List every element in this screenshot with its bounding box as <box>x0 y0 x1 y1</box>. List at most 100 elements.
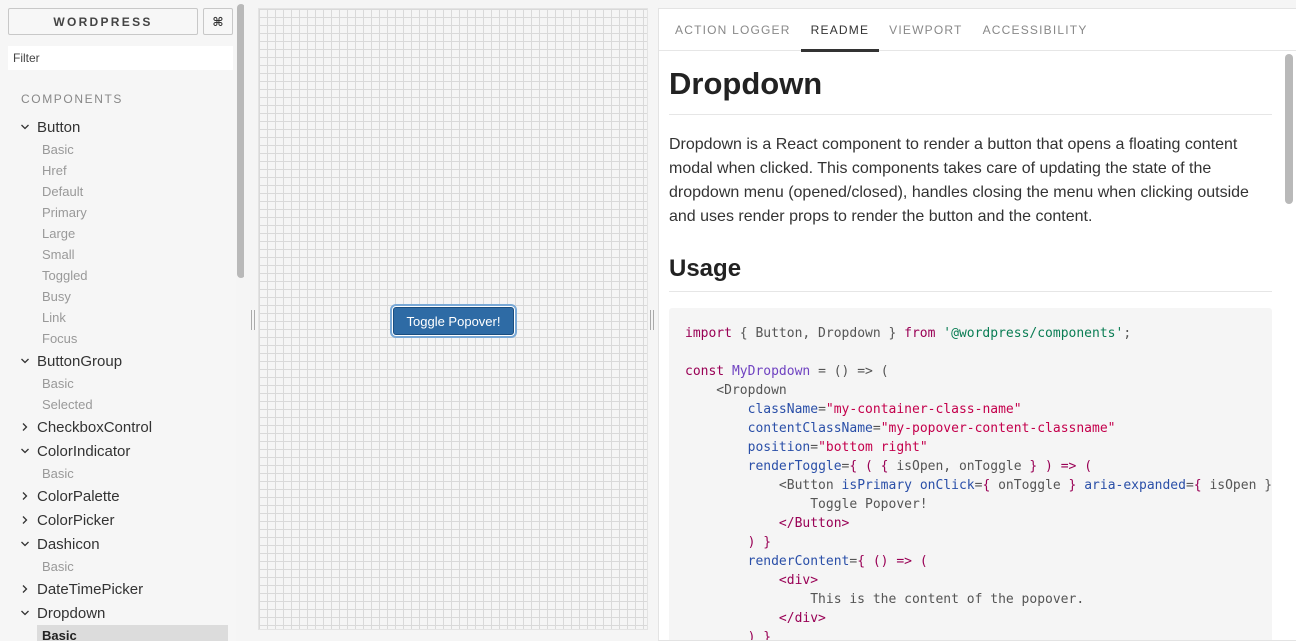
code-token: { () => ( <box>857 554 928 569</box>
right-resize-handle[interactable] <box>650 310 654 330</box>
tree-story-basic[interactable]: Basic <box>0 556 236 577</box>
code-token: = () => ( <box>810 364 889 379</box>
code-line: contentClassName="my-popover-content-cla… <box>685 419 1272 438</box>
code-token: <div> <box>778 573 819 588</box>
code-line: renderToggle={ ( { isOpen, onToggle } ) … <box>685 457 1272 476</box>
tree-story-default[interactable]: Default <box>0 181 236 202</box>
tree-kind-datetimepicker[interactable]: DateTimePicker <box>0 577 236 601</box>
code-token: className <box>747 402 819 417</box>
filter-input[interactable] <box>8 46 233 70</box>
addon-tabs: ACTION LOGGER README VIEWPORT ACCESSIBILITY <box>659 9 1296 52</box>
code-token: renderContent <box>747 554 850 569</box>
tree-kind-label: ColorPalette <box>37 487 120 505</box>
code-line: ) } <box>685 533 1272 552</box>
code-line: ) } <box>685 628 1272 640</box>
code-line: Toggle Popover! <box>685 495 1272 514</box>
code-token: isOpen } <box>1209 478 1272 493</box>
code-token: import <box>685 326 732 341</box>
code-line: const MyDropdown = () => ( <box>685 362 1272 381</box>
code-line: This is the content of the popover. <box>685 590 1272 609</box>
tree-story-busy[interactable]: Busy <box>0 286 236 307</box>
code-line: position="bottom right" <box>685 438 1272 457</box>
code-token: { Button, Dropdown } <box>731 326 905 341</box>
code-line: className="my-container-class-name" <box>685 400 1272 419</box>
code-token: </div> <box>778 611 826 626</box>
chevron-right-icon <box>20 584 30 594</box>
brand-button[interactable]: WORDPRESS <box>8 8 198 35</box>
tree-kind-button[interactable]: Button <box>0 115 236 139</box>
tree-story-basic[interactable]: Basic <box>37 625 228 641</box>
tree-kind-dropdown[interactable]: Dropdown <box>0 601 236 625</box>
code-token: This is the content of the popover. <box>685 592 1085 607</box>
code-token: onClick <box>919 478 975 493</box>
code-token: = <box>1185 478 1194 493</box>
tree-kind-label: CheckboxControl <box>37 418 153 436</box>
tab-action-logger[interactable]: ACTION LOGGER <box>665 9 801 51</box>
code-token: "my-popover-content-classname" <box>880 421 1116 436</box>
tree-story-toggled[interactable]: Toggled <box>0 265 236 286</box>
toggle-popover-button[interactable]: Toggle Popover! <box>393 307 514 335</box>
tree-story-basic[interactable]: Basic <box>0 139 236 160</box>
chevron-down-icon <box>20 446 30 456</box>
code-token: position <box>747 440 811 455</box>
readme-content: Dropdown Dropdown is a React component t… <box>669 52 1272 640</box>
tree-story-href[interactable]: Href <box>0 160 236 181</box>
tree-kind-dashicon[interactable]: Dashicon <box>0 532 236 556</box>
code-token: <Button <box>685 478 842 493</box>
code-token: '@wordpress/components' <box>943 326 1124 341</box>
code-line: renderContent={ () => ( <box>685 552 1272 571</box>
code-token: ) } <box>747 535 772 550</box>
tree-story-large[interactable]: Large <box>0 223 236 244</box>
code-token: = <box>872 421 881 436</box>
code-token: </Button> <box>778 516 850 531</box>
code-block: import { Button, Dropdown } from '@wordp… <box>669 308 1272 640</box>
tree-kind-checkboxcontrol[interactable]: CheckboxControl <box>0 415 236 439</box>
chevron-down-icon <box>20 608 30 618</box>
shortcuts-button[interactable]: ⌘ <box>203 8 233 35</box>
tab-readme[interactable]: README <box>800 9 880 52</box>
left-resize-handle[interactable] <box>251 310 255 330</box>
tree-kind-colorpalette[interactable]: ColorPalette <box>0 484 236 508</box>
preview-canvas: Toggle Popover! <box>258 8 648 630</box>
tree-kind-label: Button <box>37 118 81 136</box>
readme-scrollbar[interactable] <box>1285 54 1293 204</box>
code-token: from <box>904 326 936 341</box>
code-token: { <box>1193 478 1210 493</box>
tree-story-small[interactable]: Small <box>0 244 236 265</box>
readme-description: Dropdown is a React component to render … <box>669 136 1249 225</box>
code-token: onToggle <box>998 478 1061 493</box>
preview-area: Toggle Popover! <box>244 0 658 641</box>
tree-kind-colorindicator[interactable]: ColorIndicator <box>0 439 236 463</box>
code-token: "bottom right" <box>818 440 928 455</box>
code-token: ) } <box>747 630 772 640</box>
tab-accessibility[interactable]: ACCESSIBILITY <box>973 9 1098 51</box>
tree-story-selected[interactable]: Selected <box>0 394 236 415</box>
tree-story-focus[interactable]: Focus <box>0 328 236 349</box>
code-token: { <box>982 478 999 493</box>
code-token: Toggle Popover! <box>685 497 928 512</box>
tree-kind-buttongroup[interactable]: ButtonGroup <box>0 349 236 373</box>
code-token: aria-expanded <box>1084 478 1186 493</box>
tree-kind-label: Dashicon <box>37 535 100 553</box>
code-line: </div> <box>685 609 1272 628</box>
code-token: = <box>818 402 826 417</box>
tab-viewport[interactable]: VIEWPORT <box>879 9 972 51</box>
sidebar: WORDPRESS ⌘ COMPONENTS ButtonBasicHrefDe… <box>0 0 236 641</box>
tree-story-primary[interactable]: Primary <box>0 202 236 223</box>
code-line: </Button> <box>685 514 1272 533</box>
tree-kind-colorpicker[interactable]: ColorPicker <box>0 508 236 532</box>
tree-story-link[interactable]: Link <box>0 307 236 328</box>
tree-kind-label: Dropdown <box>37 604 106 622</box>
tree-story-basic[interactable]: Basic <box>0 463 236 484</box>
tree-story-basic[interactable]: Basic <box>0 373 236 394</box>
